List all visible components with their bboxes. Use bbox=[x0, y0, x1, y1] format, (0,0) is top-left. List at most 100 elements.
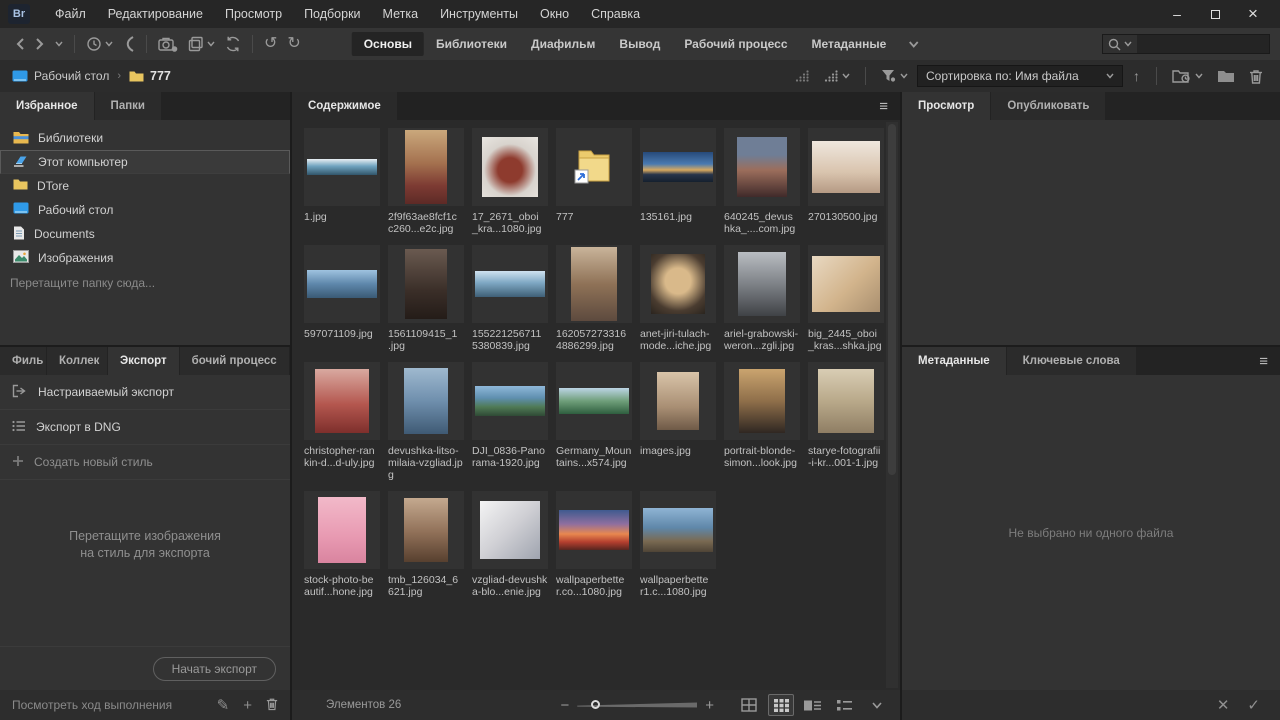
tab-metadata-0[interactable]: Метаданные bbox=[902, 347, 1006, 375]
grid-item[interactable]: images.jpg bbox=[640, 362, 716, 481]
image-thumbnail[interactable] bbox=[640, 245, 716, 323]
image-thumbnail[interactable] bbox=[472, 128, 548, 206]
breadcrumb-root[interactable]: Рабочий стол bbox=[34, 69, 109, 83]
grid-item[interactable]: DJI_0836-Panorama-1920.jpg bbox=[472, 362, 548, 481]
grid-item[interactable]: 1552212567115380839.jpg bbox=[472, 245, 548, 352]
grid-item[interactable]: ariel-grabowski-weron...zgli.jpg bbox=[724, 245, 800, 352]
image-thumbnail[interactable] bbox=[388, 128, 464, 206]
grid-item[interactable]: anet-jiri-tulach-mode...iche.jpg bbox=[640, 245, 716, 352]
sort-dropdown[interactable]: Сортировка по: Имя файла bbox=[917, 65, 1123, 87]
grid-item[interactable]: vzgliad-devushka-blo...enie.jpg bbox=[472, 491, 548, 598]
nav-history-chevron-icon[interactable] bbox=[50, 31, 68, 57]
image-thumbnail[interactable] bbox=[808, 128, 884, 206]
zoom-out-button[interactable]: − bbox=[560, 697, 569, 714]
sidebar-item-3[interactable]: Рабочий стол bbox=[0, 198, 290, 222]
breadcrumb[interactable]: Рабочий стол › 777 bbox=[12, 69, 171, 83]
edit-pencil-icon[interactable]: ✎ bbox=[217, 696, 230, 714]
image-thumbnail[interactable] bbox=[304, 128, 380, 206]
grid-item[interactable]: starye-fotografii-i-kr...001-1.jpg bbox=[808, 362, 884, 481]
image-thumbnail[interactable] bbox=[556, 491, 632, 569]
image-thumbnail[interactable] bbox=[808, 245, 884, 323]
image-thumbnail[interactable] bbox=[724, 245, 800, 323]
view-more-chevron-icon[interactable] bbox=[864, 694, 890, 716]
grid-item[interactable]: stock-photo-beautif...hone.jpg bbox=[304, 491, 380, 598]
start-export-button[interactable]: Начать экспорт bbox=[153, 657, 276, 681]
grid-item[interactable]: 597071109.jpg bbox=[304, 245, 380, 352]
image-thumbnail[interactable] bbox=[556, 362, 632, 440]
workspace-more-chevron-icon[interactable] bbox=[898, 37, 928, 51]
tab-preview-0[interactable]: Просмотр bbox=[902, 92, 990, 120]
undo-button[interactable]: ↺ bbox=[259, 31, 282, 57]
refresh-sync-button[interactable] bbox=[220, 31, 246, 57]
tab-export-2[interactable]: Экспорт bbox=[108, 347, 179, 375]
workspace-tab-1[interactable]: Библиотеки bbox=[424, 32, 519, 56]
view-grid-lines-button[interactable] bbox=[736, 694, 762, 716]
workspace-tab-0[interactable]: Основы bbox=[352, 32, 424, 56]
sidebar-item-0[interactable]: Библиотеки bbox=[0, 126, 290, 150]
new-folder-button[interactable] bbox=[1212, 63, 1240, 89]
grid-item[interactable]: 1.jpg bbox=[304, 128, 380, 235]
sidebar-item-1[interactable]: Этот компьютер bbox=[0, 150, 290, 174]
get-photos-camera-button[interactable] bbox=[153, 31, 183, 57]
grid-item[interactable]: 135161.jpg bbox=[640, 128, 716, 235]
menu-item-2[interactable]: Просмотр bbox=[214, 0, 293, 28]
menu-item-7[interactable]: Справка bbox=[580, 0, 651, 28]
scrollbar-thumb[interactable] bbox=[888, 124, 896, 475]
search-scope-button[interactable] bbox=[1103, 35, 1137, 53]
search-input[interactable] bbox=[1137, 38, 1269, 50]
image-thumbnail[interactable] bbox=[724, 362, 800, 440]
grid-item[interactable]: portrait-blonde-simon...look.jpg bbox=[724, 362, 800, 481]
maximize-button[interactable] bbox=[1196, 0, 1234, 28]
slider-thumb[interactable] bbox=[591, 700, 600, 709]
folder-thumbnail[interactable] bbox=[556, 128, 632, 206]
image-thumbnail[interactable] bbox=[388, 491, 464, 569]
grid-item[interactable]: Germany_Mountains...x574.jpg bbox=[556, 362, 632, 481]
image-thumbnail[interactable] bbox=[640, 491, 716, 569]
menu-item-0[interactable]: Файл bbox=[44, 0, 97, 28]
boomerang-return-button[interactable] bbox=[118, 31, 140, 57]
tab-content[interactable]: Содержимое bbox=[292, 92, 397, 120]
grid-item[interactable]: christopher-rankin-d...d-uly.jpg bbox=[304, 362, 380, 481]
workspace-tab-4[interactable]: Рабочий процесс bbox=[672, 32, 799, 56]
sort-direction-button[interactable]: ↑ bbox=[1127, 68, 1146, 84]
image-thumbnail[interactable] bbox=[304, 362, 380, 440]
grid-item[interactable]: 2f9f63ae8fcf1cc260...e2c.jpg bbox=[388, 128, 464, 235]
image-thumbnail[interactable] bbox=[556, 245, 632, 323]
recent-files-clock-button[interactable] bbox=[81, 31, 118, 57]
image-thumbnail[interactable] bbox=[388, 362, 464, 440]
grid-item[interactable]: 1620572733164886299.jpg bbox=[556, 245, 632, 352]
tab-export-0[interactable]: Филь bbox=[0, 347, 46, 375]
minimize-button[interactable]: – bbox=[1158, 0, 1196, 28]
workspace-tab-3[interactable]: Вывод bbox=[607, 32, 672, 56]
sort-rating-button[interactable] bbox=[819, 63, 855, 89]
zoom-in-button[interactable]: + bbox=[705, 697, 714, 714]
image-thumbnail[interactable] bbox=[640, 362, 716, 440]
progress-link[interactable]: Посмотреть ход выполнения bbox=[12, 698, 172, 712]
grid-item[interactable]: 17_2671_oboi_kra...1080.jpg bbox=[472, 128, 548, 235]
delete-trash-button[interactable] bbox=[1244, 63, 1268, 89]
grid-item[interactable]: tmb_126034_6621.jpg bbox=[388, 491, 464, 598]
image-thumbnail[interactable] bbox=[724, 128, 800, 206]
menu-item-3[interactable]: Подборки bbox=[293, 0, 371, 28]
grid-item[interactable]: 640245_devushka_....com.jpg bbox=[724, 128, 800, 235]
tab-metadata-1[interactable]: Ключевые слова bbox=[1007, 347, 1136, 375]
export-item-0[interactable]: Настраиваемый экспорт bbox=[0, 375, 290, 410]
workspace-tab-2[interactable]: Диафильм bbox=[519, 32, 607, 56]
tab-export-1[interactable]: Коллек bbox=[47, 347, 107, 375]
cancel-x-icon[interactable]: ✕ bbox=[1217, 696, 1230, 714]
tab-preview-1[interactable]: Опубликовать bbox=[991, 92, 1105, 120]
export-item-1[interactable]: Экспорт в DNG bbox=[0, 410, 290, 445]
filter-rating-icon[interactable] bbox=[790, 63, 815, 89]
image-thumbnail[interactable] bbox=[472, 362, 548, 440]
filter-funnel-button[interactable] bbox=[876, 63, 913, 89]
image-thumbnail[interactable] bbox=[808, 362, 884, 440]
search-box[interactable] bbox=[1102, 34, 1270, 54]
grid-item[interactable]: wallpaperbetter.co...1080.jpg bbox=[556, 491, 632, 598]
grid-item[interactable]: 270130500.jpg bbox=[808, 128, 884, 235]
tab-export-3[interactable]: бочий процесс bbox=[180, 347, 289, 375]
menu-item-6[interactable]: Окно bbox=[529, 0, 580, 28]
image-thumbnail[interactable] bbox=[472, 245, 548, 323]
image-thumbnail[interactable] bbox=[640, 128, 716, 206]
grid-item[interactable]: wallpaperbetter1.c...1080.jpg bbox=[640, 491, 716, 598]
apply-check-icon[interactable]: ✓ bbox=[1247, 696, 1260, 714]
